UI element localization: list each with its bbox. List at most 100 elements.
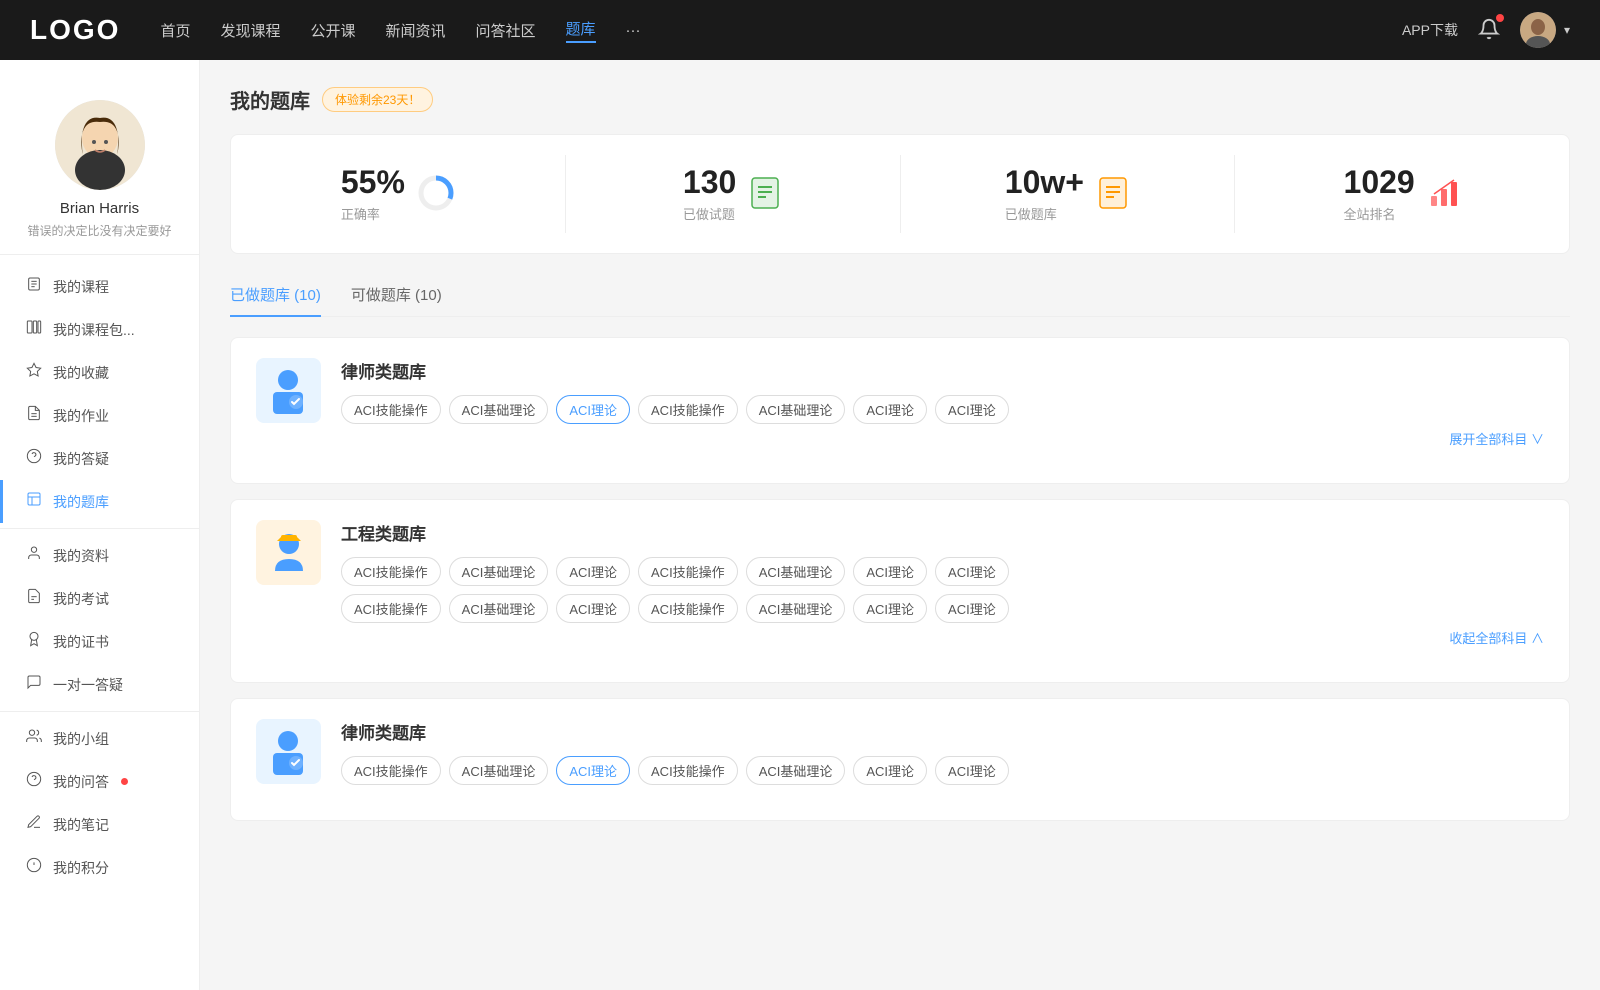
tag-1-r2-1[interactable]: ACI基础理论 xyxy=(449,594,549,623)
sidebar-item-my-qbank[interactable]: 我的题库 xyxy=(0,480,199,523)
tag-1-4[interactable]: ACI基础理论 xyxy=(746,557,846,586)
notification-bell[interactable] xyxy=(1478,18,1500,43)
questions-done-icon xyxy=(748,176,782,213)
menu-divider-2 xyxy=(0,711,199,712)
my-cert-icon xyxy=(25,631,43,652)
sidebar-item-my-points[interactable]: 我的积分 xyxy=(0,846,199,889)
question-red-dot xyxy=(121,778,128,785)
qbank-tags-0: ACI技能操作 ACI基础理论 ACI理论 ACI技能操作 ACI基础理论 AC… xyxy=(341,395,1544,424)
nav-home[interactable]: 首页 xyxy=(160,20,190,41)
tag-1-5[interactable]: ACI理论 xyxy=(853,557,927,586)
nav-open-course[interactable]: 公开课 xyxy=(310,20,355,41)
collapse-link-1[interactable]: 收起全部科目 ∧ xyxy=(341,623,1544,647)
stat-banks-done-value: 10w+ xyxy=(1005,165,1084,200)
nav-news[interactable]: 新闻资讯 xyxy=(386,20,446,41)
sidebar-item-my-course-pack[interactable]: 我的课程包... xyxy=(0,308,199,351)
sidebar-item-my-cert[interactable]: 我的证书 xyxy=(0,620,199,663)
tag-2-6[interactable]: ACI理论 xyxy=(935,756,1009,785)
sidebar-item-my-group[interactable]: 我的小组 xyxy=(0,717,199,760)
notification-badge xyxy=(1496,14,1504,22)
tag-0-5[interactable]: ACI理论 xyxy=(853,395,927,424)
stat-accuracy-info: 55% 正确率 xyxy=(341,165,405,223)
stats-row: 55% 正确率 130 已做试题 xyxy=(230,134,1570,254)
sidebar-label-my-profile: 我的资料 xyxy=(53,546,109,566)
stat-rank: 1029 全站排名 xyxy=(1235,155,1569,233)
qbank-card-2: 律师类题库 ACI技能操作 ACI基础理论 ACI理论 ACI技能操作 ACI基… xyxy=(230,698,1570,821)
nav-discover[interactable]: 发现课程 xyxy=(220,20,280,41)
sidebar-item-my-exam[interactable]: 我的考试 xyxy=(0,577,199,620)
my-collection-icon xyxy=(25,362,43,383)
sidebar-item-my-course[interactable]: 我的课程 xyxy=(0,265,199,308)
tag-1-2[interactable]: ACI理论 xyxy=(556,557,630,586)
my-group-icon xyxy=(25,728,43,749)
sidebar-label-my-qa: 我的答疑 xyxy=(53,449,109,469)
tag-1-r2-5[interactable]: ACI理论 xyxy=(853,594,927,623)
qbank-tags-1-row1: ACI技能操作 ACI基础理论 ACI理论 ACI技能操作 ACI基础理论 AC… xyxy=(341,557,1544,586)
tag-0-3[interactable]: ACI技能操作 xyxy=(638,395,738,424)
qbank-header-1: 工程类题库 ACI技能操作 ACI基础理论 ACI理论 ACI技能操作 ACI基… xyxy=(256,520,1544,647)
qbank-info-1: 工程类题库 ACI技能操作 ACI基础理论 ACI理论 ACI技能操作 ACI基… xyxy=(341,520,1544,647)
sidebar-label-one-on-one: 一对一答疑 xyxy=(53,675,123,695)
sidebar-item-my-collection[interactable]: 我的收藏 xyxy=(0,351,199,394)
navbar-right: APP下载 ▾ xyxy=(1402,12,1570,48)
stat-accuracy-value: 55% xyxy=(341,165,405,200)
sidebar-item-my-qa[interactable]: 我的答疑 xyxy=(0,437,199,480)
stat-rank-label: 全站排名 xyxy=(1344,204,1415,223)
tag-1-r2-2[interactable]: ACI理论 xyxy=(556,594,630,623)
one-on-one-icon xyxy=(25,674,43,695)
tag-0-4[interactable]: ACI基础理论 xyxy=(746,395,846,424)
sidebar-label-my-homework: 我的作业 xyxy=(53,406,109,426)
my-exam-icon xyxy=(25,588,43,609)
sidebar-item-my-homework[interactable]: 我的作业 xyxy=(0,394,199,437)
tag-0-2[interactable]: ACI理论 xyxy=(556,395,630,424)
tag-0-0[interactable]: ACI技能操作 xyxy=(341,395,441,424)
sidebar-item-one-on-one[interactable]: 一对一答疑 xyxy=(0,663,199,706)
tag-2-1[interactable]: ACI基础理论 xyxy=(449,756,549,785)
profile-name: Brian Harris xyxy=(20,200,179,217)
content-tabs: 已做题库 (10) 可做题库 (10) xyxy=(230,274,1570,317)
my-points-icon xyxy=(25,857,43,878)
tab-done-banks[interactable]: 已做题库 (10) xyxy=(230,274,321,317)
tag-2-3[interactable]: ACI技能操作 xyxy=(638,756,738,785)
stat-banks-done-label: 已做题库 xyxy=(1005,204,1084,223)
stat-rank-info: 1029 全站排名 xyxy=(1344,165,1415,223)
nav-more[interactable]: ··· xyxy=(626,22,641,39)
tag-1-3[interactable]: ACI技能操作 xyxy=(638,557,738,586)
sidebar-item-my-question[interactable]: 我的问答 xyxy=(0,760,199,803)
tag-2-5[interactable]: ACI理论 xyxy=(853,756,927,785)
qbank-title-1: 工程类题库 xyxy=(341,520,1544,545)
app-download-button[interactable]: APP下载 xyxy=(1402,20,1458,40)
nav-menu: 首页 发现课程 公开课 新闻资讯 问答社区 题库 ··· xyxy=(160,18,1402,43)
nav-question-bank[interactable]: 题库 xyxy=(566,18,596,43)
tab-available-banks[interactable]: 可做题库 (10) xyxy=(351,274,442,317)
dropdown-arrow-icon: ▾ xyxy=(1564,23,1570,37)
tag-1-0[interactable]: ACI技能操作 xyxy=(341,557,441,586)
expand-link-0[interactable]: 展开全部科目 ∨ xyxy=(341,424,1544,448)
profile-avatar xyxy=(55,100,145,190)
tag-2-4[interactable]: ACI基础理论 xyxy=(746,756,846,785)
stat-questions-done-value: 130 xyxy=(683,165,736,200)
sidebar-item-my-notes[interactable]: 我的笔记 xyxy=(0,803,199,846)
tag-0-6[interactable]: ACI理论 xyxy=(935,395,1009,424)
my-notes-icon xyxy=(25,814,43,835)
tag-1-1[interactable]: ACI基础理论 xyxy=(449,557,549,586)
sidebar-profile: Brian Harris 错误的决定比没有决定要好 xyxy=(0,80,199,255)
stat-banks-done: 10w+ 已做题库 xyxy=(901,155,1236,233)
tag-0-1[interactable]: ACI基础理论 xyxy=(449,395,549,424)
content-area: 我的题库 体验剩余23天！ 55% 正确率 xyxy=(200,60,1600,990)
stat-questions-done-info: 130 已做试题 xyxy=(683,165,736,223)
qbank-header-0: 律师类题库 ACI技能操作 ACI基础理论 ACI理论 ACI技能操作 ACI基… xyxy=(256,358,1544,448)
qbank-icon-engineer-1 xyxy=(256,520,321,585)
tag-1-r2-3[interactable]: ACI技能操作 xyxy=(638,594,738,623)
tag-2-2[interactable]: ACI理论 xyxy=(556,756,630,785)
qbank-icon-lawyer-0 xyxy=(256,358,321,423)
nav-qa[interactable]: 问答社区 xyxy=(476,20,536,41)
tag-1-r2-0[interactable]: ACI技能操作 xyxy=(341,594,441,623)
tag-1-r2-6[interactable]: ACI理论 xyxy=(935,594,1009,623)
tag-2-0[interactable]: ACI技能操作 xyxy=(341,756,441,785)
qbank-card-1: 工程类题库 ACI技能操作 ACI基础理论 ACI理论 ACI技能操作 ACI基… xyxy=(230,499,1570,683)
tag-1-r2-4[interactable]: ACI基础理论 xyxy=(746,594,846,623)
tag-1-6[interactable]: ACI理论 xyxy=(935,557,1009,586)
user-avatar-area[interactable]: ▾ xyxy=(1520,12,1570,48)
sidebar-item-my-profile[interactable]: 我的资料 xyxy=(0,534,199,577)
